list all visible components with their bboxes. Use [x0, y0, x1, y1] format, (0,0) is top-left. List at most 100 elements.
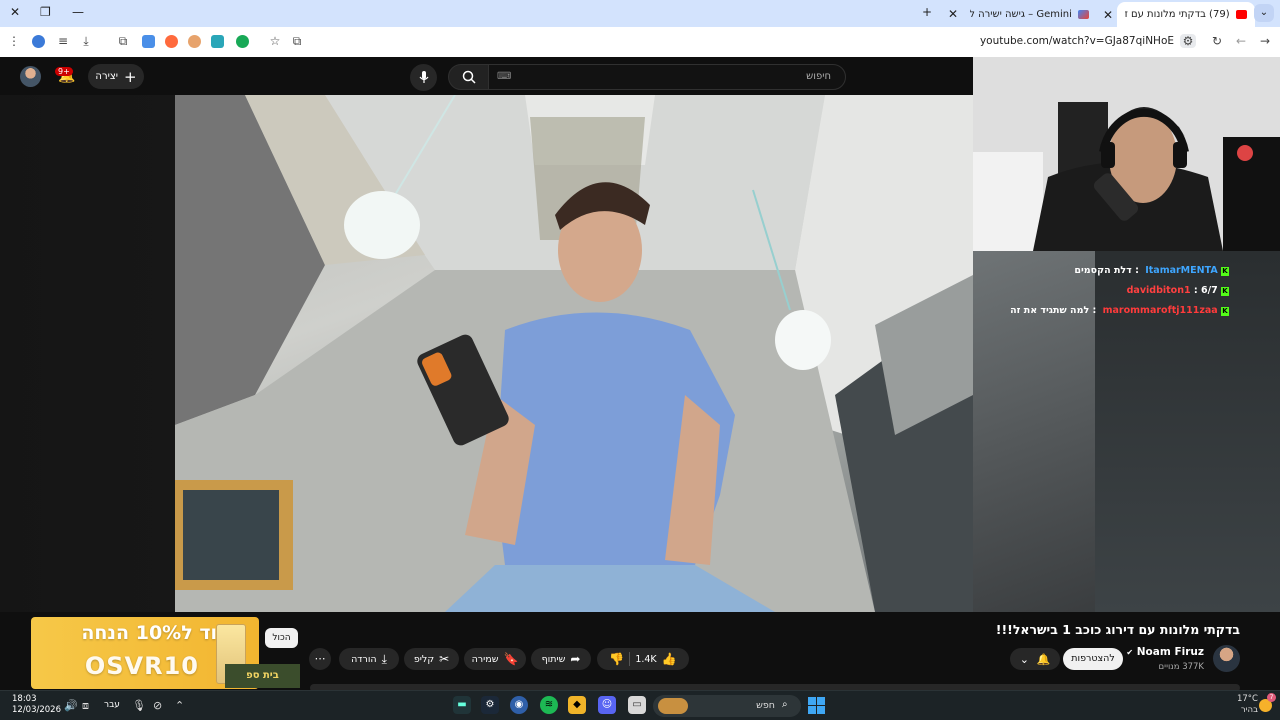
chevron-down-icon: ⌄	[1019, 652, 1029, 666]
search-button[interactable]	[448, 64, 489, 90]
url-text[interactable]: youtube.com/watch?v=GJa87qiNHoE	[980, 35, 1174, 47]
tab-youtube-video[interactable]: (79) בדקתי מלונות עם דירוג כוכ... ✕	[1103, 2, 1255, 27]
taskbar-search-label: חפש	[756, 700, 775, 711]
save-button[interactable]: 🔖 שמירה	[464, 648, 526, 670]
clock-time: 18:03	[12, 694, 37, 704]
extension-icon[interactable]	[165, 35, 178, 48]
file-explorer-icon[interactable]: ▭	[628, 696, 646, 714]
kick-icon: K	[1221, 267, 1229, 276]
back-icon[interactable]: ←	[1233, 34, 1249, 48]
chevron-up-icon[interactable]: ⌃	[175, 699, 184, 712]
more-actions-icon[interactable]: ⋯	[309, 648, 331, 670]
plus-icon: +	[124, 67, 137, 86]
share-icon: ➦	[570, 652, 581, 666]
extension-icon[interactable]	[236, 35, 249, 48]
share-button[interactable]: ➦ שיתוף	[531, 648, 591, 670]
verified-icon: ✔	[1126, 648, 1134, 657]
kick-icon: K	[1221, 287, 1229, 296]
scissors-icon: ✂	[439, 652, 450, 666]
tab-label: (79) בדקתי מלונות עם דירוג כוכ...	[1125, 9, 1230, 20]
tab-close-icon[interactable]: ✕	[948, 7, 958, 21]
pip-icon[interactable]: ⧉	[289, 34, 305, 49]
create-label: יצירה	[95, 71, 119, 82]
dislike-icon[interactable]: 👎	[609, 652, 624, 666]
profile-avatar-icon[interactable]	[32, 35, 45, 48]
forward-icon[interactable]: →	[1257, 34, 1273, 48]
taskbar-app-icon[interactable]: ◆	[568, 696, 586, 714]
weather-badge: 7	[1267, 693, 1276, 702]
site-settings-icon[interactable]: ⚙	[1180, 34, 1196, 48]
channel-name[interactable]: Noam Firuz ✔	[1126, 646, 1204, 658]
chat-username: marommaroftj111zaa	[1102, 305, 1218, 316]
notifications-off-icon[interactable]: ⊘	[153, 699, 162, 712]
reload-icon[interactable]: ↻	[1209, 34, 1225, 48]
chrome-icon[interactable]: ◉	[510, 696, 528, 714]
steam-icon[interactable]: ⚙	[481, 696, 499, 714]
webcam-image	[973, 57, 1280, 251]
download-button[interactable]: ⤓ הורדה	[339, 648, 399, 670]
chat-message: K marommaroftj111zaa : למה שתגיד את זה	[1010, 305, 1232, 316]
account-avatar[interactable]	[20, 66, 41, 87]
search-icon	[462, 70, 476, 84]
voice-search-button[interactable]	[410, 64, 437, 91]
bell-icon: 🔔	[1036, 652, 1051, 666]
extension-icon[interactable]	[211, 35, 224, 48]
clock-date: 12/03/2026	[12, 705, 61, 715]
extension-icon[interactable]	[142, 35, 155, 48]
ad-coupon-code: OSVR10	[84, 652, 199, 680]
chat-text: : 6/7	[1193, 285, 1218, 296]
gemini-icon	[1077, 9, 1089, 19]
like-icon[interactable]: 👍	[662, 652, 677, 666]
notification-badge: 9+	[55, 67, 73, 76]
youtube-icon	[1235, 10, 1247, 19]
new-tab-button[interactable]: +	[922, 5, 932, 19]
ad-headline: קוד ל10% הנחה	[81, 622, 231, 644]
temperature: 17°C	[1236, 694, 1258, 704]
create-button[interactable]: + יצירה	[88, 64, 144, 89]
like-dislike-group: 👍 1.4K 👎	[597, 648, 689, 670]
extensions-icon[interactable]: ⧉	[115, 34, 131, 49]
chat-text: : דלת הקסמים	[1074, 265, 1139, 276]
windows-taskbar: 18:03 12/03/2026 🔊 ⧈ עבר 🎙 ⊘ ⌃ ▬ ⚙ ◉ ≋ ◆…	[0, 690, 1280, 720]
spotify-icon[interactable]: ≋	[540, 696, 558, 714]
join-button[interactable]: להצטרפות	[1063, 648, 1123, 670]
language-indicator[interactable]: עבר	[104, 700, 120, 710]
restore-window-icon[interactable]: ❐	[40, 5, 51, 19]
channel-avatar[interactable]	[1213, 645, 1240, 672]
like-count[interactable]: 1.4K	[635, 654, 656, 665]
bookmark-icon: 🔖	[503, 652, 519, 666]
keyboard-icon[interactable]: ⌨	[497, 65, 511, 89]
download-label: הורדה	[351, 653, 377, 665]
extension-icon[interactable]	[188, 35, 201, 48]
ad-brand-logo[interactable]: בית ספ	[225, 664, 300, 688]
tab-label: Gemini – גישה ישירה ל-AI מבית	[970, 8, 1072, 20]
chat-username: ItamarMENTA	[1145, 265, 1218, 276]
weather-widget[interactable]: 17°C בהיר	[1237, 694, 1258, 716]
taskbar-app-icon[interactable]: ▬	[453, 696, 471, 714]
reading-list-icon[interactable]: ≡	[55, 34, 71, 48]
volume-icon[interactable]: 🔊	[64, 699, 78, 712]
search-input[interactable]: חיפוש ⌨	[488, 64, 846, 90]
tab-gemini[interactable]: Gemini – גישה ישירה ל-AI מבית ✕	[948, 3, 1097, 25]
filter-chip-all[interactable]: הכול	[265, 628, 298, 648]
microphone-icon[interactable]: 🎙	[132, 699, 146, 712]
weather-description: בהיר	[1240, 705, 1258, 715]
start-button[interactable]	[808, 697, 825, 714]
minimize-window-icon[interactable]: —	[72, 5, 84, 19]
clock[interactable]: 18:03 12/03/2026	[12, 694, 61, 716]
clip-button[interactable]: ✂ קליפ	[404, 648, 459, 670]
bookmark-star-icon[interactable]: ☆	[267, 34, 283, 48]
clip-label: קליפ	[413, 653, 435, 665]
tab-close-icon[interactable]: ✕	[1103, 8, 1113, 22]
downloads-icon[interactable]: ⤓	[78, 34, 94, 49]
close-window-icon[interactable]: ✕	[10, 5, 20, 19]
discord-icon[interactable]: ☺	[598, 696, 616, 714]
chat-text: : למה שתגיד את זה	[1010, 305, 1097, 316]
tab-search-chevron-icon[interactable]: ⌄	[1254, 4, 1274, 22]
browser-menu-icon[interactable]: ⋮	[6, 34, 22, 48]
video-frame[interactable]	[175, 95, 973, 612]
search-highlight-icon	[658, 698, 688, 714]
divider	[629, 652, 631, 666]
network-icon[interactable]: ⧈	[82, 699, 89, 713]
subscription-notifications-button[interactable]: ⌄ 🔔	[1010, 648, 1060, 670]
